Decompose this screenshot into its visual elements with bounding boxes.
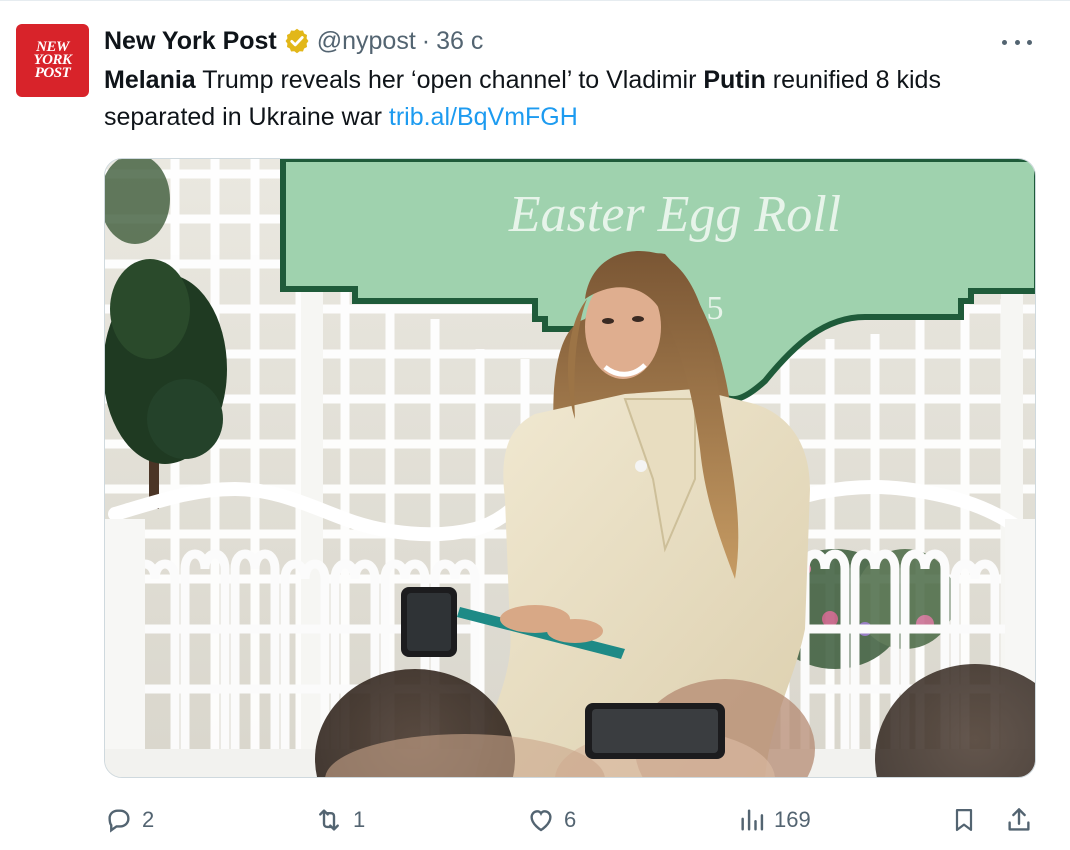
bold-term-putin: Putin bbox=[703, 66, 766, 94]
tweet-media-image[interactable]: Easter Egg Roll 5 bbox=[104, 158, 1036, 778]
timestamp[interactable]: 36 с bbox=[436, 27, 483, 56]
more-dot bbox=[1002, 39, 1007, 45]
tweet-header: New York Post @nypost · 36 с bbox=[104, 24, 483, 58]
views-button[interactable]: 169 bbox=[738, 800, 811, 840]
top-divider bbox=[0, 0, 1070, 1]
article-link[interactable]: trib.al/BqVmFGH bbox=[389, 103, 578, 131]
reply-button[interactable]: 2 bbox=[104, 800, 154, 840]
tweet-text: Melania Trump reveals her ‘open channel’… bbox=[104, 62, 1044, 136]
separator-dot: · bbox=[421, 26, 431, 55]
avatar-text-line-3: POST bbox=[34, 65, 71, 81]
avatar[interactable]: NEW YORK POST bbox=[16, 24, 89, 97]
account-handle[interactable]: @nypost bbox=[317, 27, 416, 56]
share-button[interactable] bbox=[1004, 800, 1034, 840]
views-count: 169 bbox=[774, 807, 811, 832]
verified-badge-icon[interactable] bbox=[283, 27, 311, 55]
tweet-text-part-1: Trump reveals her ‘open channel’ to Vlad… bbox=[195, 66, 704, 94]
heart-icon bbox=[530, 810, 552, 832]
like-button[interactable]: 6 bbox=[526, 800, 576, 840]
more-dot bbox=[1027, 39, 1032, 45]
more-dot bbox=[1014, 39, 1020, 45]
repost-count: 1 bbox=[353, 807, 366, 832]
reply-count: 2 bbox=[142, 807, 155, 832]
share-icon bbox=[1008, 808, 1030, 831]
bookmark-icon bbox=[955, 808, 973, 832]
sign-text: Easter Egg Roll bbox=[508, 186, 841, 243]
account-name[interactable]: New York Post bbox=[104, 27, 277, 56]
repost-button[interactable]: 1 bbox=[313, 800, 365, 840]
views-chart-icon bbox=[741, 809, 764, 831]
sign-partial-text: 5 bbox=[707, 290, 724, 327]
reply-icon bbox=[108, 809, 130, 833]
bookmark-button[interactable] bbox=[950, 800, 978, 840]
more-options-icon[interactable] bbox=[1002, 30, 1032, 54]
bold-term-melania: Melania bbox=[104, 66, 196, 94]
like-count: 6 bbox=[564, 807, 577, 832]
photo-illustration: Easter Egg Roll 5 bbox=[105, 159, 1035, 777]
repost-icon bbox=[319, 809, 339, 831]
